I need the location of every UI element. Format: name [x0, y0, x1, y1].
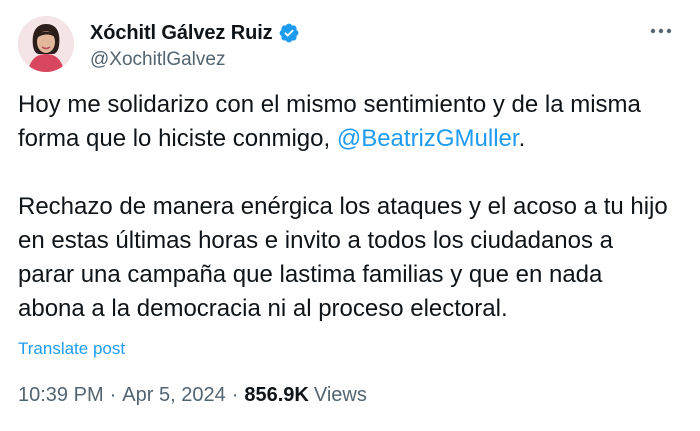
tweet-text: Hoy me solidarizo con el mismo sentimien…	[18, 88, 684, 326]
tweet-text-line: abona a la democracia ni al proceso elec…	[18, 295, 508, 322]
tweet: Xóchitl Gálvez Ruiz @XochitlGalvez Hoy m…	[0, 0, 700, 431]
tweet-text-line: en estas últimas horas e invito a todos …	[18, 227, 614, 254]
author-handle[interactable]: @XochitlGalvez	[90, 49, 300, 71]
more-icon[interactable]	[646, 18, 676, 44]
tweet-text-line: parar una campaña que lastima familias y…	[18, 261, 603, 288]
views-label: Views	[313, 384, 367, 406]
author-info: Xóchitl Gálvez Ruiz @XochitlGalvez	[90, 20, 300, 71]
tweet-text-punctuation: .	[518, 125, 526, 152]
separator-dot: ·	[231, 384, 239, 406]
tweet-text-line: Rechazo de manera enérgica los ataques y…	[18, 193, 668, 220]
tweet-header: Xóchitl Gálvez Ruiz @XochitlGalvez	[18, 16, 682, 78]
verified-badge-icon[interactable]	[278, 22, 300, 44]
tweet-meta: 10:39 PM · Apr 5, 2024 · 856.9K Views	[18, 384, 367, 407]
tweet-paragraph-2: Rechazo de manera enérgica los ataques y…	[18, 190, 684, 326]
author-display-name[interactable]: Xóchitl Gálvez Ruiz	[90, 22, 273, 45]
mention-link[interactable]: @BeatrizGMuller	[337, 125, 519, 152]
translate-post-link[interactable]: Translate post	[18, 339, 125, 359]
tweet-paragraph-1: Hoy me solidarizo con el mismo sentimien…	[18, 88, 684, 156]
avatar[interactable]	[18, 16, 74, 72]
tweet-date[interactable]: Apr 5, 2024	[122, 384, 225, 407]
views-count: 856.9K	[244, 384, 309, 406]
separator-dot: ·	[109, 384, 117, 406]
tweet-time[interactable]: 10:39 PM	[18, 384, 104, 407]
tweet-text-line: forma que lo hiciste conmigo,	[18, 125, 337, 152]
tweet-text-line: Hoy me solidarizo con el mismo sentimien…	[18, 91, 641, 118]
